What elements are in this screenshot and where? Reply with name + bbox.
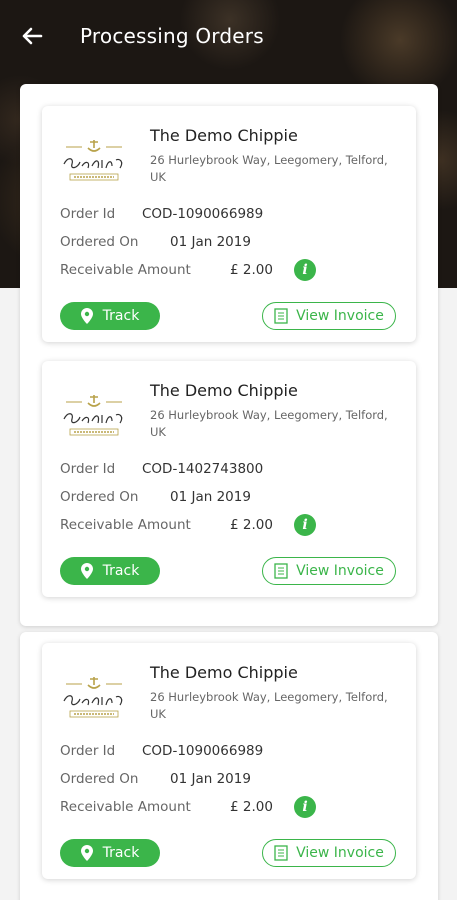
order-card: The Demo Chippie 26 Hurleybrook Way, Lee…: [42, 106, 416, 342]
ordered-on-row: Ordered On 01 Jan 2019: [60, 489, 251, 505]
info-icon[interactable]: i: [294, 796, 316, 818]
view-invoice-label: View Invoice: [296, 845, 384, 861]
ordered-on-label: Ordered On: [60, 234, 139, 250]
order-id-row: Order Id COD-1402743800: [60, 461, 263, 477]
ordered-on-value: 01 Jan 2019: [170, 234, 251, 250]
ordered-on-value: 01 Jan 2019: [170, 771, 251, 787]
track-button[interactable]: Track: [60, 302, 160, 330]
order-card: The Demo Chippie 26 Hurleybrook Way, Lee…: [42, 643, 416, 879]
amount-value: £ 2.00: [230, 262, 273, 278]
track-button[interactable]: Track: [60, 557, 160, 585]
amount-label: Receivable Amount: [60, 799, 191, 815]
order-id-value: COD-1090066989: [142, 743, 264, 759]
track-button[interactable]: Track: [60, 839, 160, 867]
back-button[interactable]: [0, 0, 64, 72]
map-pin-icon: [80, 308, 93, 324]
app-bar: Processing Orders: [0, 0, 457, 72]
amount-row: Receivable Amount £ 2.00: [60, 262, 273, 278]
track-button-label: Track: [102, 308, 140, 324]
map-pin-icon: [80, 563, 93, 579]
info-icon[interactable]: i: [294, 514, 316, 536]
invoice-icon: [274, 308, 288, 324]
order-id-value: COD-1090066989: [142, 206, 264, 222]
map-pin-icon: [80, 845, 93, 861]
amount-label: Receivable Amount: [60, 517, 191, 533]
arrow-left-icon: [22, 27, 43, 45]
shop-address: 26 Hurleybrook Way, Leegomery, Telford, …: [150, 408, 388, 439]
ordered-on-label: Ordered On: [60, 771, 139, 787]
order-card: The Demo Chippie 26 Hurleybrook Way, Lee…: [42, 361, 416, 597]
ordered-on-row: Ordered On 01 Jan 2019: [60, 771, 251, 787]
invoice-icon: [274, 563, 288, 579]
order-id-label: Order Id: [60, 206, 116, 222]
invoice-icon: [274, 845, 288, 861]
shop-name: The Demo Chippie: [150, 126, 298, 145]
order-id-row: Order Id COD-1090066989: [60, 743, 263, 759]
restaurant-logo: [63, 395, 123, 436]
view-invoice-button[interactable]: View Invoice: [262, 302, 396, 330]
amount-label: Receivable Amount: [60, 262, 191, 278]
page-title: Processing Orders: [80, 24, 264, 48]
restaurant-logo: [63, 140, 123, 181]
shop-address: 26 Hurleybrook Way, Leegomery, Telford, …: [150, 690, 388, 721]
order-id-row: Order Id COD-1090066989: [60, 206, 263, 222]
shop-name: The Demo Chippie: [150, 381, 298, 400]
shop-address: 26 Hurleybrook Way, Leegomery, Telford, …: [150, 153, 388, 184]
view-invoice-label: View Invoice: [296, 308, 384, 324]
order-id-label: Order Id: [60, 743, 116, 759]
view-invoice-button[interactable]: View Invoice: [262, 557, 396, 585]
ordered-on-row: Ordered On 01 Jan 2019: [60, 234, 251, 250]
amount-value: £ 2.00: [230, 799, 273, 815]
track-button-label: Track: [102, 845, 140, 861]
view-invoice-button[interactable]: View Invoice: [262, 839, 396, 867]
view-invoice-label: View Invoice: [296, 563, 384, 579]
restaurant-logo: [63, 677, 123, 718]
ordered-on-value: 01 Jan 2019: [170, 489, 251, 505]
track-button-label: Track: [102, 563, 140, 579]
amount-value: £ 2.00: [230, 517, 273, 533]
order-id-label: Order Id: [60, 461, 116, 477]
amount-row: Receivable Amount £ 2.00: [60, 799, 273, 815]
shop-name: The Demo Chippie: [150, 663, 298, 682]
info-icon[interactable]: i: [294, 259, 316, 281]
amount-row: Receivable Amount £ 2.00: [60, 517, 273, 533]
ordered-on-label: Ordered On: [60, 489, 139, 505]
order-id-value: COD-1402743800: [142, 461, 264, 477]
